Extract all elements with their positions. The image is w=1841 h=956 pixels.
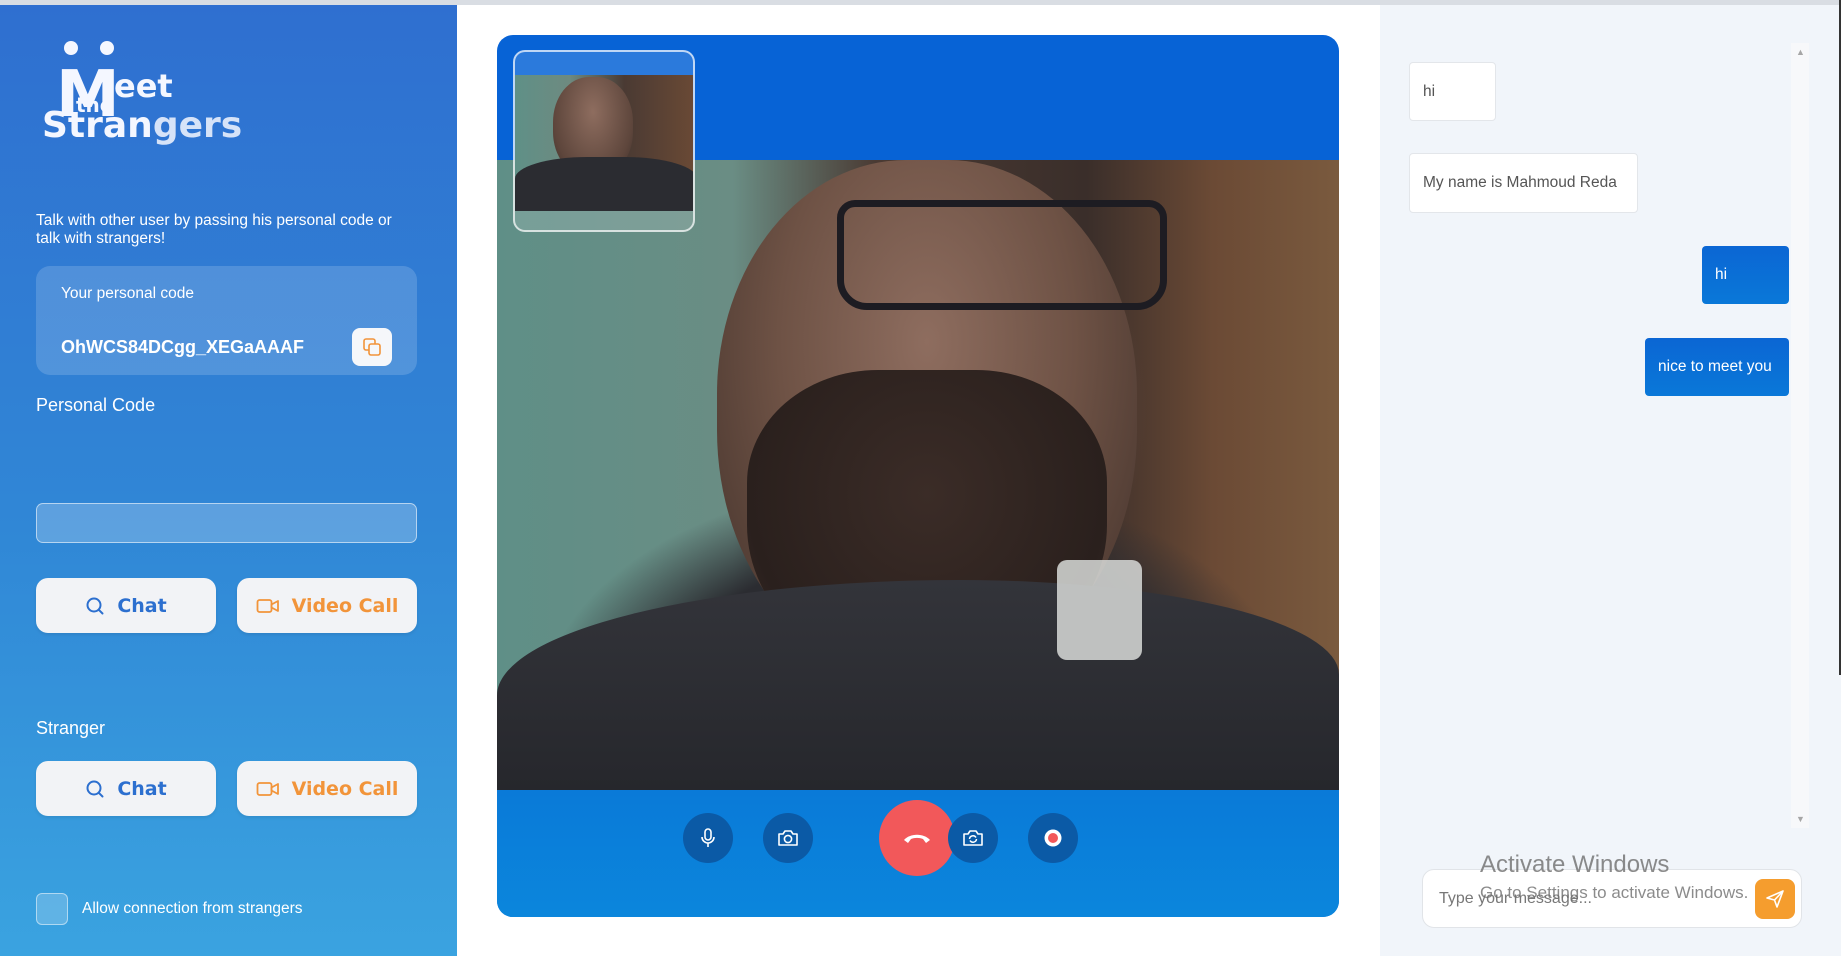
logo-text-stran: Stran xyxy=(42,105,153,146)
activate-windows-watermark: Activate Windows Go to Settings to activ… xyxy=(1480,851,1748,903)
allow-strangers-label: Allow connection from strangers xyxy=(82,900,303,917)
personal-code-label: Your personal code xyxy=(61,285,194,302)
microphone-button[interactable] xyxy=(683,813,733,863)
chat-panel xyxy=(1380,5,1841,956)
remote-person-shirt xyxy=(497,580,1339,790)
camera-button[interactable] xyxy=(763,813,813,863)
remote-background-cloth xyxy=(1057,560,1142,660)
camera-icon xyxy=(778,830,798,846)
activate-windows-subtitle: Go to Settings to activate Windows. xyxy=(1480,883,1749,902)
switch-camera-button[interactable] xyxy=(948,813,998,863)
remote-video xyxy=(497,160,1339,790)
scroll-down-icon[interactable]: ▼ xyxy=(1796,814,1805,824)
logo-text-gers: gers xyxy=(152,105,243,146)
local-person-shirt xyxy=(515,157,693,211)
logo-dot-left xyxy=(64,41,78,55)
phone-hangup-icon xyxy=(904,834,930,843)
personal-code-card: Your personal code OhWCS84DCgg_XEGaAAAF xyxy=(36,266,417,375)
local-video-feed xyxy=(515,75,693,211)
chat-message-outgoing: nice to meet you xyxy=(1645,338,1789,396)
logo-text-strangers: Strangers xyxy=(42,105,242,146)
stranger-heading: Stranger xyxy=(36,718,106,738)
video-camera-icon xyxy=(256,781,279,796)
activate-windows-title: Activate Windows xyxy=(1480,851,1670,878)
logo-text-eet: eet xyxy=(114,67,173,105)
video-camera-icon xyxy=(256,598,279,613)
personal-chat-button[interactable]: Chat xyxy=(36,578,216,633)
intro-text: Talk with other user by passing his pers… xyxy=(36,212,392,247)
chat-message-incoming: My name is Mahmoud Reda xyxy=(1409,153,1638,213)
search-chat-icon xyxy=(86,597,104,614)
chat-message-outgoing: hi xyxy=(1702,246,1789,304)
local-video-preview[interactable] xyxy=(513,50,695,232)
chat-scrollbar[interactable]: ▲ ▼ xyxy=(1791,43,1809,828)
remote-person-glasses xyxy=(837,200,1167,310)
microphone-icon xyxy=(701,828,715,847)
personal-code-heading: Personal Code xyxy=(36,395,156,415)
chat-message-incoming: hi xyxy=(1409,62,1496,121)
call-controls-bar xyxy=(497,790,1339,917)
scroll-up-icon[interactable]: ▲ xyxy=(1796,47,1805,57)
stranger-chat-button[interactable]: Chat xyxy=(36,761,216,816)
personal-chat-label: Chat xyxy=(117,594,167,617)
send-button[interactable] xyxy=(1755,879,1795,919)
personal-code-input[interactable] xyxy=(36,503,417,543)
record-button[interactable] xyxy=(1028,813,1078,863)
stranger-video-call-label: Video Call xyxy=(291,777,399,800)
video-call-panel xyxy=(497,35,1339,917)
sidebar: M eet the Strangers Talk with other user… xyxy=(0,5,457,956)
personal-video-call-button[interactable]: Video Call xyxy=(237,578,417,633)
stranger-video-call-button[interactable]: Video Call xyxy=(237,761,417,816)
search-chat-icon xyxy=(86,780,104,797)
logo-dot-right xyxy=(100,41,114,55)
stranger-chat-label: Chat xyxy=(117,777,167,800)
allow-strangers-row: Allow connection from strangers xyxy=(36,893,303,925)
hang-up-button[interactable] xyxy=(879,800,955,876)
record-icon xyxy=(1044,829,1062,847)
copy-code-button[interactable] xyxy=(352,328,392,366)
switch-camera-icon xyxy=(963,830,983,846)
personal-code-value: OhWCS84DCgg_XEGaAAAF xyxy=(61,337,305,357)
allow-strangers-checkbox[interactable] xyxy=(36,893,68,925)
app-logo: M eet the Strangers xyxy=(42,33,242,153)
copy-icon xyxy=(363,338,381,356)
send-icon xyxy=(1766,890,1784,908)
personal-video-call-label: Video Call xyxy=(291,594,399,617)
